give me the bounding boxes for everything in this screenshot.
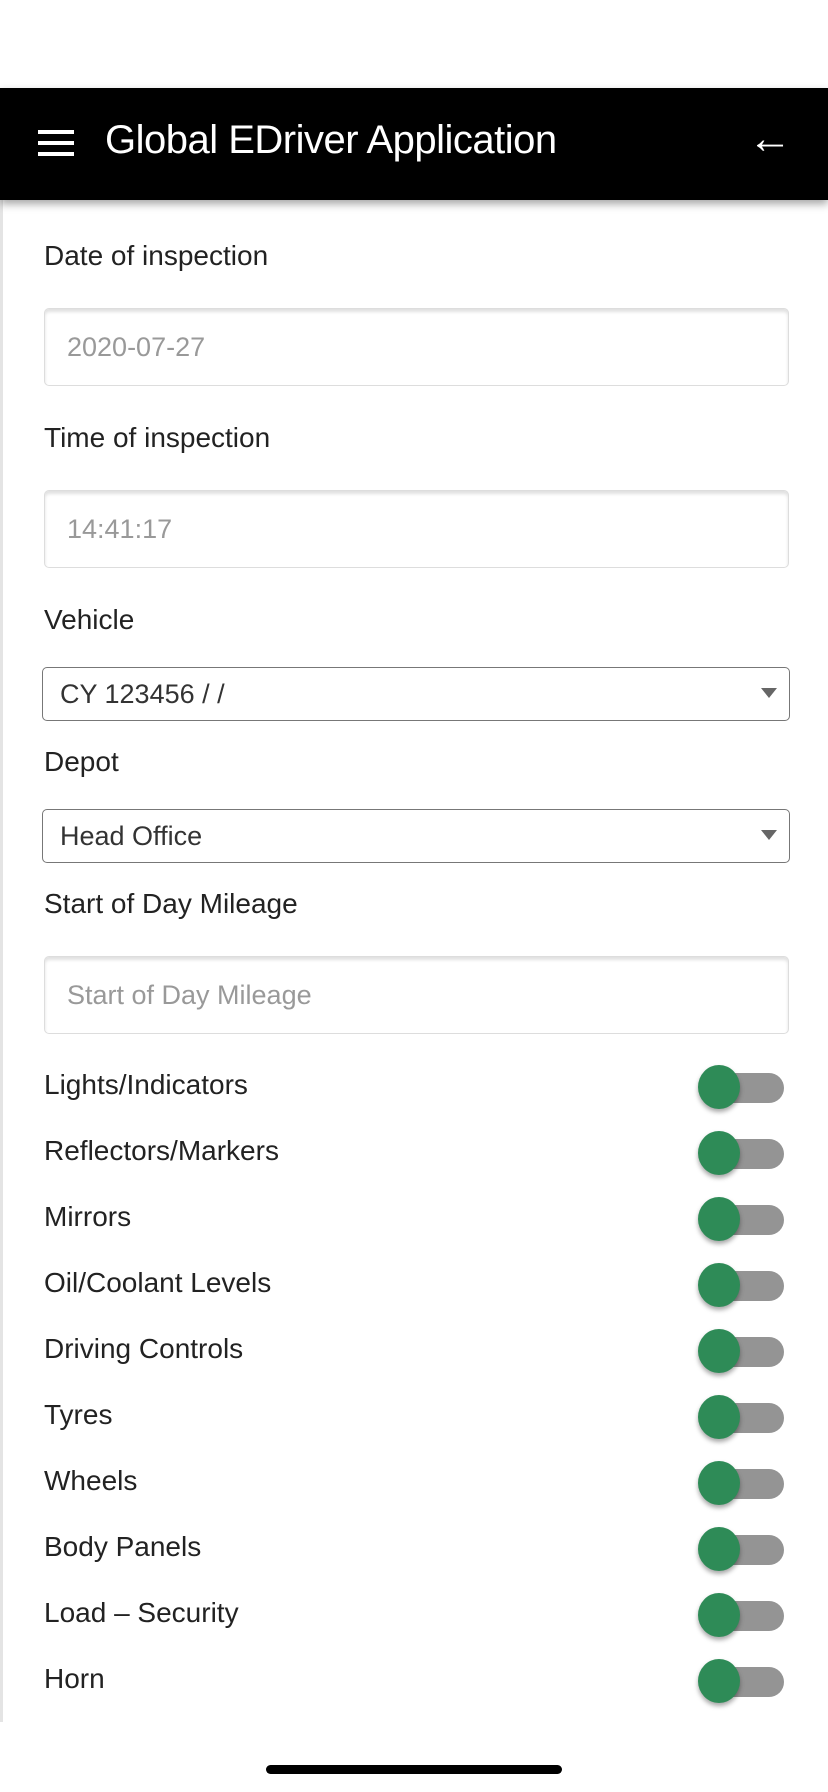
check-label: Reflectors/Markers (44, 1135, 279, 1166)
chevron-down-icon (761, 830, 777, 840)
mileage-input[interactable]: Start of Day Mileage (44, 956, 789, 1034)
check-label: Tyres (44, 1399, 113, 1430)
time-input[interactable]: 14:41:17 (44, 490, 789, 568)
date-label: Date of inspection (44, 240, 269, 271)
time-label: Time of inspection (44, 422, 271, 453)
inspection-form: Date of inspection 2020-07-27 Time of in… (0, 200, 828, 1722)
check-toggle[interactable] (698, 1197, 784, 1241)
mileage-label: Start of Day Mileage (44, 888, 298, 919)
toggle-knob (698, 1527, 740, 1571)
check-row: Reflectors/Markers (3, 1123, 828, 1183)
check-label: Load – Security (44, 1597, 239, 1628)
depot-value: Head Office (60, 820, 203, 851)
check-toggle[interactable] (698, 1527, 784, 1571)
toggle-knob (698, 1131, 740, 1175)
app-title: Global EDriver Application (105, 118, 557, 162)
check-toggle[interactable] (698, 1263, 784, 1307)
check-toggle[interactable] (698, 1131, 784, 1175)
app-header: Global EDriver Application ← (0, 88, 828, 200)
check-row: Body Panels (3, 1519, 828, 1579)
arrow-left-icon[interactable]: ← (748, 114, 792, 164)
check-row: Lights/Indicators (3, 1057, 828, 1117)
check-row: Driving Controls (3, 1321, 828, 1381)
check-toggle[interactable] (698, 1593, 784, 1637)
check-row: Oil/Coolant Levels (3, 1255, 828, 1315)
date-input[interactable]: 2020-07-27 (44, 308, 789, 386)
toggle-knob (698, 1065, 740, 1109)
check-label: Body Panels (44, 1531, 202, 1562)
toggle-knob (698, 1659, 740, 1703)
depot-select[interactable]: Head Office (42, 809, 790, 863)
depot-label: Depot (44, 746, 119, 777)
check-label: Wheels (44, 1465, 138, 1496)
check-label: Lights/Indicators (44, 1069, 248, 1100)
vehicle-label: Vehicle (44, 604, 135, 635)
toggle-knob (698, 1329, 740, 1373)
status-bar (0, 0, 828, 88)
check-toggle[interactable] (698, 1461, 784, 1505)
check-label: Horn (44, 1663, 105, 1694)
check-row: Horn (3, 1651, 828, 1711)
chevron-down-icon (761, 688, 777, 698)
check-row: Wheels (3, 1453, 828, 1513)
check-label: Oil/Coolant Levels (44, 1267, 272, 1298)
check-toggle[interactable] (698, 1395, 784, 1439)
toggle-knob (698, 1395, 740, 1439)
check-toggle[interactable] (698, 1065, 784, 1109)
toggle-knob (698, 1593, 740, 1637)
check-label: Driving Controls (44, 1333, 244, 1364)
check-row: Tyres (3, 1387, 828, 1447)
check-toggle[interactable] (698, 1659, 784, 1703)
toggle-knob (698, 1263, 740, 1307)
check-row: Mirrors (3, 1189, 828, 1249)
check-toggle[interactable] (698, 1329, 784, 1373)
check-label: Mirrors (44, 1201, 132, 1232)
vehicle-select[interactable]: CY 123456 / / (42, 667, 790, 721)
check-row: Load – Security (3, 1585, 828, 1645)
hamburger-menu-icon[interactable] (38, 130, 74, 156)
home-indicator[interactable] (266, 1765, 562, 1774)
toggle-knob (698, 1461, 740, 1505)
vehicle-value: CY 123456 / / (60, 678, 225, 709)
toggle-knob (698, 1197, 740, 1241)
